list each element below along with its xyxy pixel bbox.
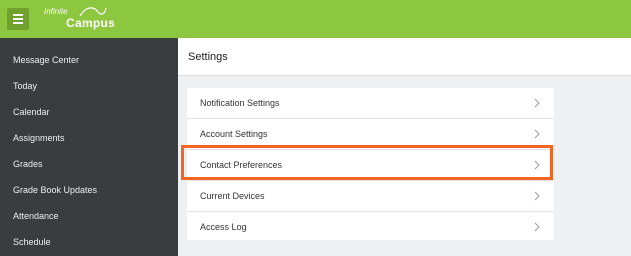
hamburger-menu-button[interactable] bbox=[7, 8, 29, 30]
menu-line-icon bbox=[13, 22, 23, 24]
main-content: Settings Notification Settings Account S… bbox=[178, 38, 631, 256]
chevron-right-icon bbox=[534, 98, 540, 108]
page-title: Settings bbox=[188, 51, 228, 63]
setting-current-devices[interactable]: Current Devices bbox=[187, 181, 554, 212]
chevron-right-icon bbox=[534, 191, 540, 201]
sidebar-item-schedule[interactable]: Schedule bbox=[0, 230, 178, 254]
logo-text-infinite: Infinite bbox=[44, 7, 68, 16]
sidebar-item-label: Assignments bbox=[13, 133, 65, 143]
setting-label: Notification Settings bbox=[200, 98, 280, 108]
page-header: Settings bbox=[178, 38, 631, 76]
logo-swoosh-icon bbox=[79, 7, 107, 17]
setting-label: Contact Preferences bbox=[200, 160, 283, 170]
sidebar-item-label: Today bbox=[13, 81, 38, 91]
sidebar-item-attendance[interactable]: Attendance bbox=[0, 204, 178, 228]
settings-list: Notification Settings Account Settings C… bbox=[187, 88, 554, 240]
setting-contact-preferences[interactable]: Contact Preferences bbox=[187, 150, 554, 181]
menu-line-icon bbox=[13, 18, 23, 20]
sidebar-item-today[interactable]: Today bbox=[0, 74, 178, 98]
setting-access-log[interactable]: Access Log bbox=[187, 212, 554, 243]
setting-notification-settings[interactable]: Notification Settings bbox=[187, 88, 554, 119]
sidebar-item-grade-book-updates[interactable]: Grade Book Updates bbox=[0, 178, 178, 202]
sidebar-item-label: Grades bbox=[13, 159, 43, 169]
sidebar-item-calendar[interactable]: Calendar bbox=[0, 100, 178, 124]
top-bar: Infinite Campus bbox=[0, 0, 631, 38]
sidebar-item-label: Schedule bbox=[13, 237, 51, 247]
menu-line-icon bbox=[13, 14, 23, 16]
setting-account-settings[interactable]: Account Settings bbox=[187, 119, 554, 150]
sidebar-item-grades[interactable]: Grades bbox=[0, 152, 178, 176]
sidebar-item-label: Grade Book Updates bbox=[13, 185, 98, 195]
chevron-right-icon bbox=[534, 129, 540, 139]
setting-label: Account Settings bbox=[200, 129, 268, 139]
infinite-campus-logo[interactable]: Infinite Campus bbox=[44, 4, 124, 34]
sidebar-item-assignments[interactable]: Assignments bbox=[0, 126, 178, 150]
sidebar-item-label: Attendance bbox=[13, 211, 59, 221]
chevron-right-icon bbox=[534, 160, 540, 170]
setting-label: Current Devices bbox=[200, 191, 265, 201]
sidebar-item-label: Calendar bbox=[13, 107, 50, 117]
sidebar-nav: Message Center Today Calendar Assignment… bbox=[0, 38, 178, 256]
chevron-right-icon bbox=[534, 222, 540, 232]
sidebar-item-message-center[interactable]: Message Center bbox=[0, 48, 178, 72]
sidebar-item-label: Message Center bbox=[13, 55, 80, 65]
setting-label: Access Log bbox=[200, 222, 247, 232]
